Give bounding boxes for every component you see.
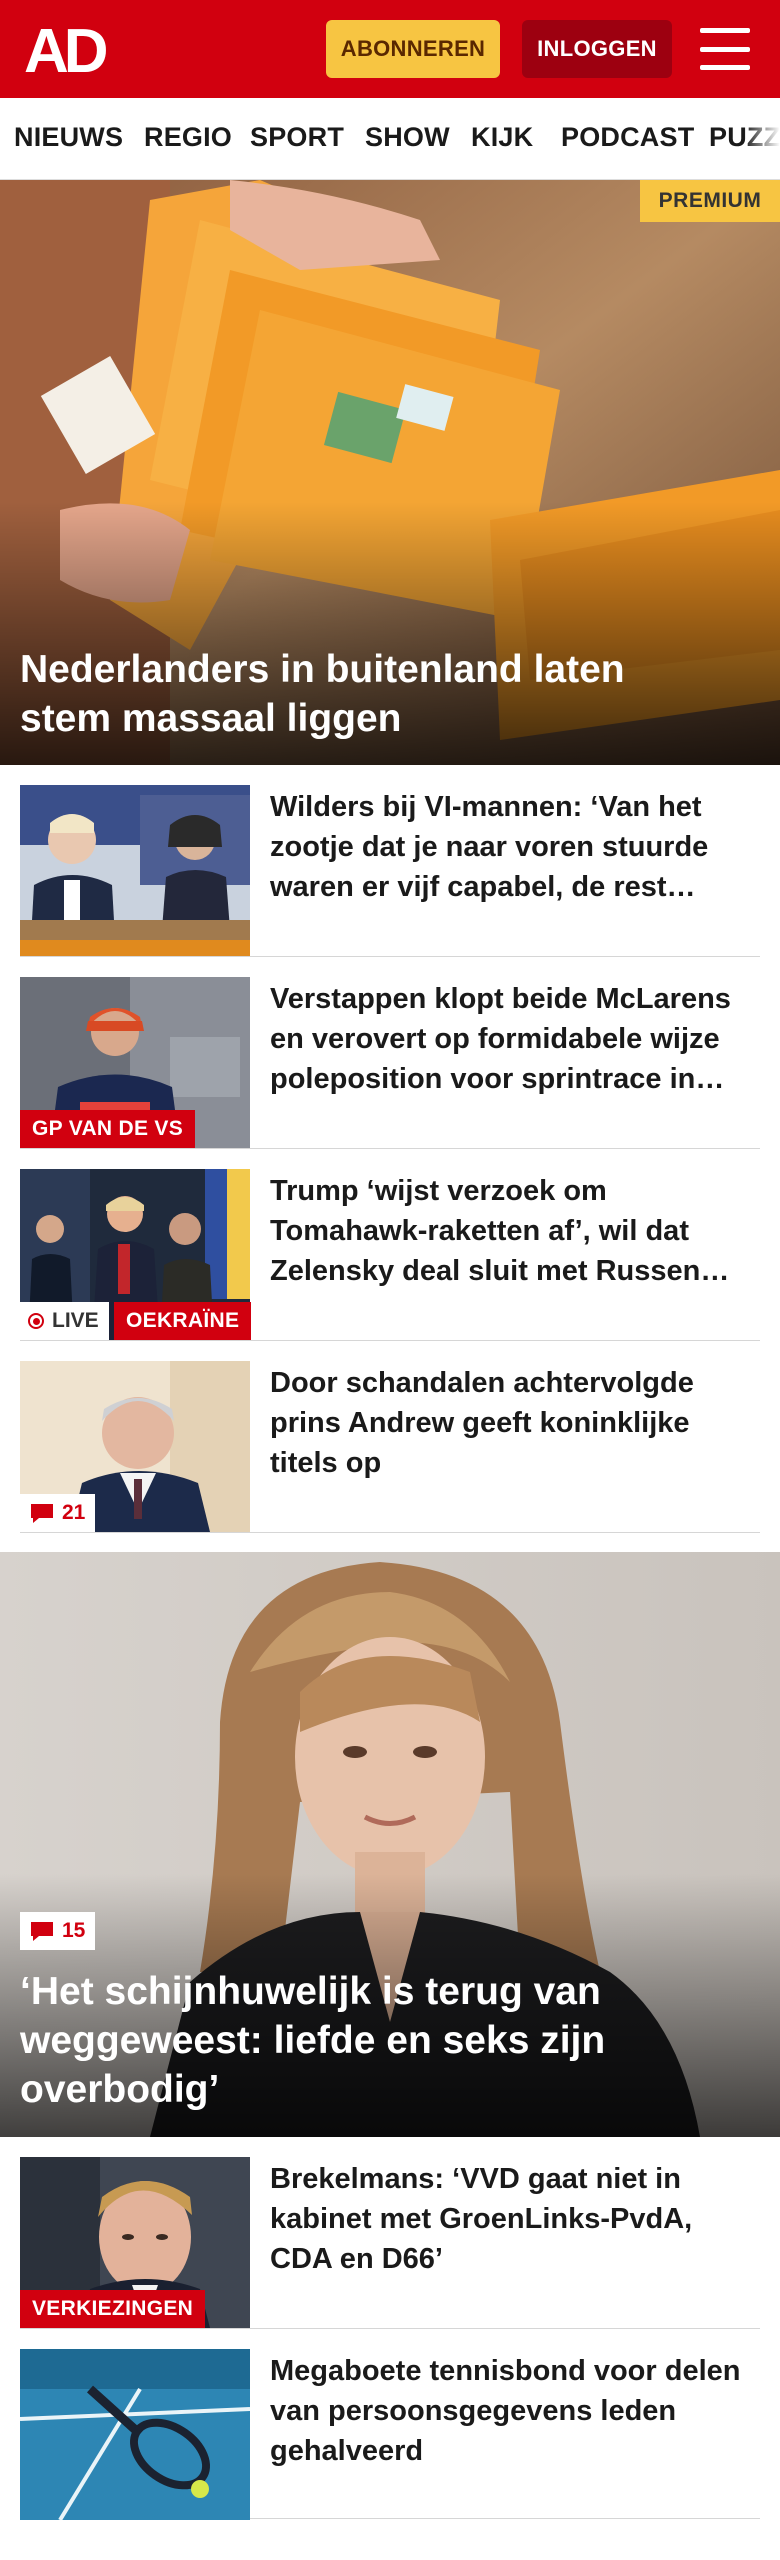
- nav-item-nieuws[interactable]: NIEUWS: [14, 122, 123, 153]
- article-thumbnail: [20, 785, 250, 956]
- comment-count-label: 21: [62, 1501, 86, 1524]
- hero-article[interactable]: PREMIUM Nederlanders in buitenland laten…: [0, 180, 780, 765]
- article-title[interactable]: Megaboete tennisbond voor delen van pers…: [270, 2351, 750, 2471]
- comment-icon: [31, 1504, 53, 1523]
- article-title[interactable]: Door schandalen achtervolgde prins Andre…: [270, 1363, 750, 1483]
- section-nav: NIEUWS REGIO SPORT SHOW KIJK PODCAST PUZ…: [0, 98, 780, 180]
- comment-count[interactable]: 21: [20, 1494, 96, 1532]
- list-item[interactable]: 21 Door schandalen achtervolgde prins An…: [20, 1341, 760, 1533]
- svg-text:AD: AD: [24, 22, 107, 78]
- comment-count[interactable]: 15: [20, 1912, 96, 1950]
- login-button[interactable]: INLOGGEN: [522, 20, 672, 78]
- list-item[interactable]: VERKIEZINGEN Brekelmans: ‘VVD gaat niet …: [20, 2137, 760, 2329]
- section-tag[interactable]: GP VAN DE VS: [20, 1110, 196, 1148]
- article-title[interactable]: Verstappen klopt beide McLarens en verov…: [270, 979, 750, 1099]
- nav-item-podcast[interactable]: PODCAST: [561, 122, 694, 153]
- nav-item-show[interactable]: SHOW: [365, 122, 450, 153]
- live-badge: LIVE: [20, 1302, 109, 1340]
- comment-count-label: 15: [62, 1919, 86, 1942]
- list-item[interactable]: Megaboete tennisbond voor delen van pers…: [20, 2329, 760, 2520]
- article-title[interactable]: Wilders bij VI-mannen: ‘Van het zootje d…: [270, 787, 750, 907]
- top-bar: AD ABONNEREN INLOGGEN: [0, 0, 780, 98]
- section-tag[interactable]: OEKRAÏNE: [114, 1302, 252, 1340]
- premium-badge: PREMIUM: [640, 180, 780, 222]
- article-title[interactable]: Brekelmans: ‘VVD gaat niet in kabinet me…: [270, 2159, 750, 2279]
- nav-item-kijk[interactable]: KIJK: [471, 122, 533, 153]
- article-thumbnail: [20, 2349, 250, 2520]
- subscribe-button[interactable]: ABONNEREN: [326, 20, 500, 78]
- list-item[interactable]: Wilders bij VI-mannen: ‘Van het zootje d…: [20, 765, 760, 957]
- feature-article[interactable]: 15 ‘Het schijnhuwelijk is terug van wegg…: [0, 1552, 780, 2137]
- live-label: LIVE: [52, 1309, 99, 1332]
- list-item[interactable]: LIVE OEKRAÏNE Trump ‘wijst verzoek om To…: [20, 1149, 760, 1341]
- comment-icon: [31, 1922, 53, 1941]
- nav-item-sport[interactable]: SPORT: [250, 122, 344, 153]
- feature-title[interactable]: ‘Het schijnhuwelijk is terug van weggewe…: [20, 1967, 740, 2114]
- nav-item-regio[interactable]: REGIO: [144, 122, 232, 153]
- section-tag[interactable]: VERKIEZINGEN: [20, 2290, 206, 2328]
- ad-logo[interactable]: AD: [24, 17, 116, 86]
- hero-title[interactable]: Nederlanders in buitenland laten stem ma…: [20, 645, 720, 743]
- list-item[interactable]: GP VAN DE VS Verstappen klopt beide McLa…: [20, 957, 760, 1149]
- menu-icon[interactable]: [700, 28, 750, 70]
- article-title[interactable]: Trump ‘wijst verzoek om Tomahawk-rakette…: [270, 1171, 750, 1291]
- nav-fade: [744, 98, 780, 179]
- live-dot-icon: [28, 1313, 44, 1329]
